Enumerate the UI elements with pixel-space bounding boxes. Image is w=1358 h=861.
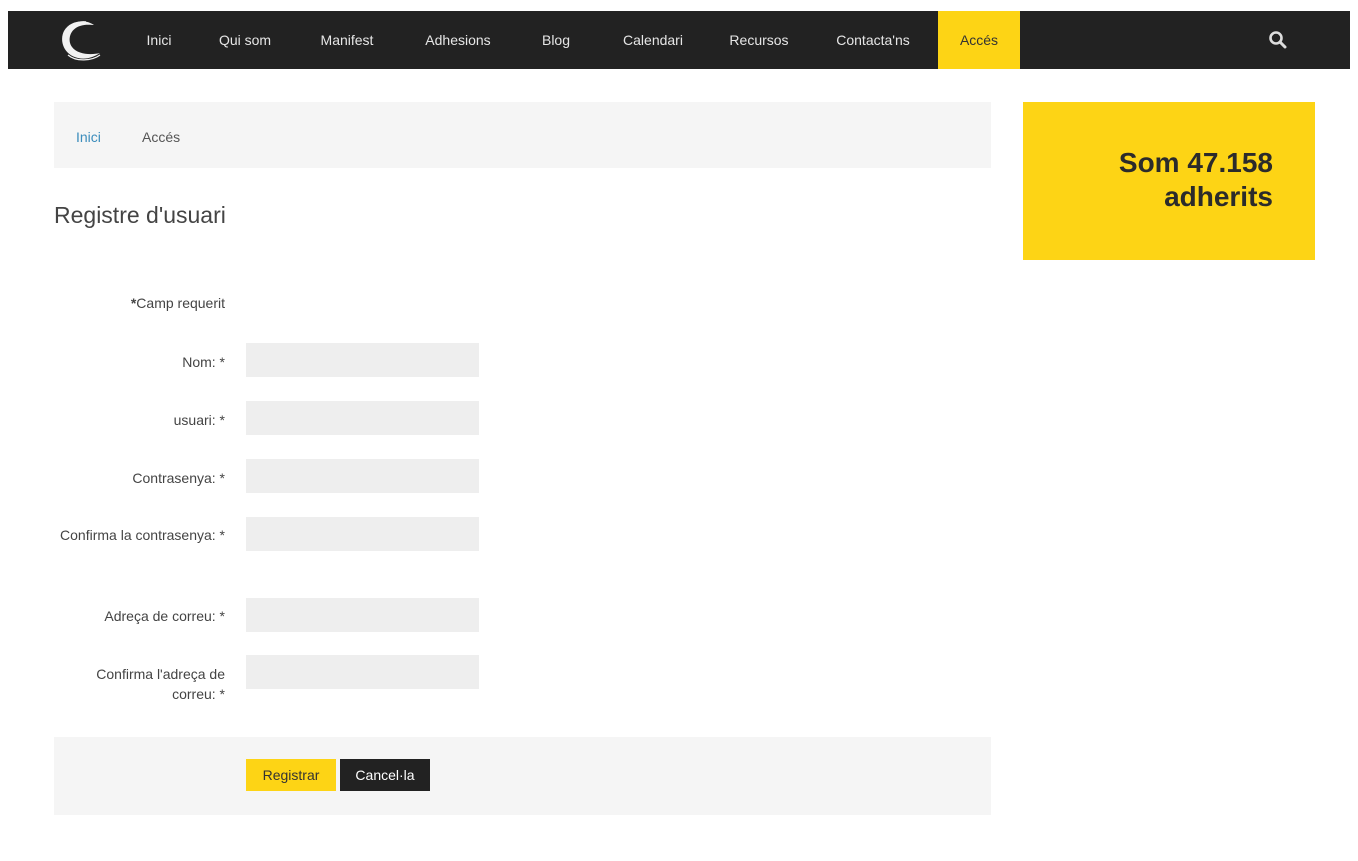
search-icon[interactable]	[1268, 30, 1288, 50]
members-count-box: Som 47.158 adherits	[1023, 102, 1315, 260]
nav-item-contactans[interactable]: Contacta'ns	[820, 11, 926, 69]
username-label: usuari: *	[173, 412, 225, 428]
register-button[interactable]: Registrar	[246, 759, 336, 791]
members-count-text: Som 47.158 adherits	[1063, 146, 1273, 214]
cancel-button[interactable]: Cancel·la	[340, 759, 430, 791]
required-field-note: *Camp requerit	[54, 295, 225, 311]
nav-item-adhesions[interactable]: Adhesions	[413, 11, 503, 69]
confirm-password-field[interactable]	[246, 517, 479, 551]
nav-item-acces[interactable]: Accés	[938, 11, 1020, 69]
nav-item-recursos[interactable]: Recursos	[713, 11, 805, 69]
members-count-line1: Som 47.158	[1118, 147, 1273, 178]
required-note-text: Camp requerit	[136, 295, 225, 311]
password-label: Contrasenya: *	[132, 470, 225, 486]
username-field[interactable]	[246, 401, 479, 435]
breadcrumb-current: Accés	[142, 129, 181, 145]
breadcrumb-home-link[interactable]: Inici	[76, 129, 101, 145]
password-field[interactable]	[246, 459, 479, 493]
breadcrumb: Inici Accés	[54, 102, 991, 168]
top-navbar: Inici Qui som Manifest Adhesions Blog Ca…	[8, 11, 1350, 69]
nav-item-calendari[interactable]: Calendari	[610, 11, 696, 69]
confirm-email-field[interactable]	[246, 655, 479, 689]
nav-item-manifest[interactable]: Manifest	[306, 11, 388, 69]
nav-item-blog[interactable]: Blog	[526, 11, 586, 69]
confirm-email-label: Confirma l'adreça de correu: *	[96, 666, 225, 702]
form-actions: Registrar Cancel·la	[54, 737, 991, 815]
name-label: Nom: *	[182, 354, 225, 370]
crescent-logo-icon[interactable]	[56, 17, 106, 63]
page-title: Registre d'usuari	[54, 202, 226, 228]
confirm-password-label: Confirma la contrasenya: *	[60, 527, 225, 543]
email-field[interactable]	[246, 598, 479, 632]
nav-item-inici[interactable]: Inici	[134, 11, 184, 69]
email-label: Adreça de correu: *	[104, 608, 225, 624]
members-count-line2: adherits	[1164, 181, 1273, 212]
nav-item-qui-som[interactable]: Qui som	[204, 11, 286, 69]
name-field[interactable]	[246, 343, 479, 377]
